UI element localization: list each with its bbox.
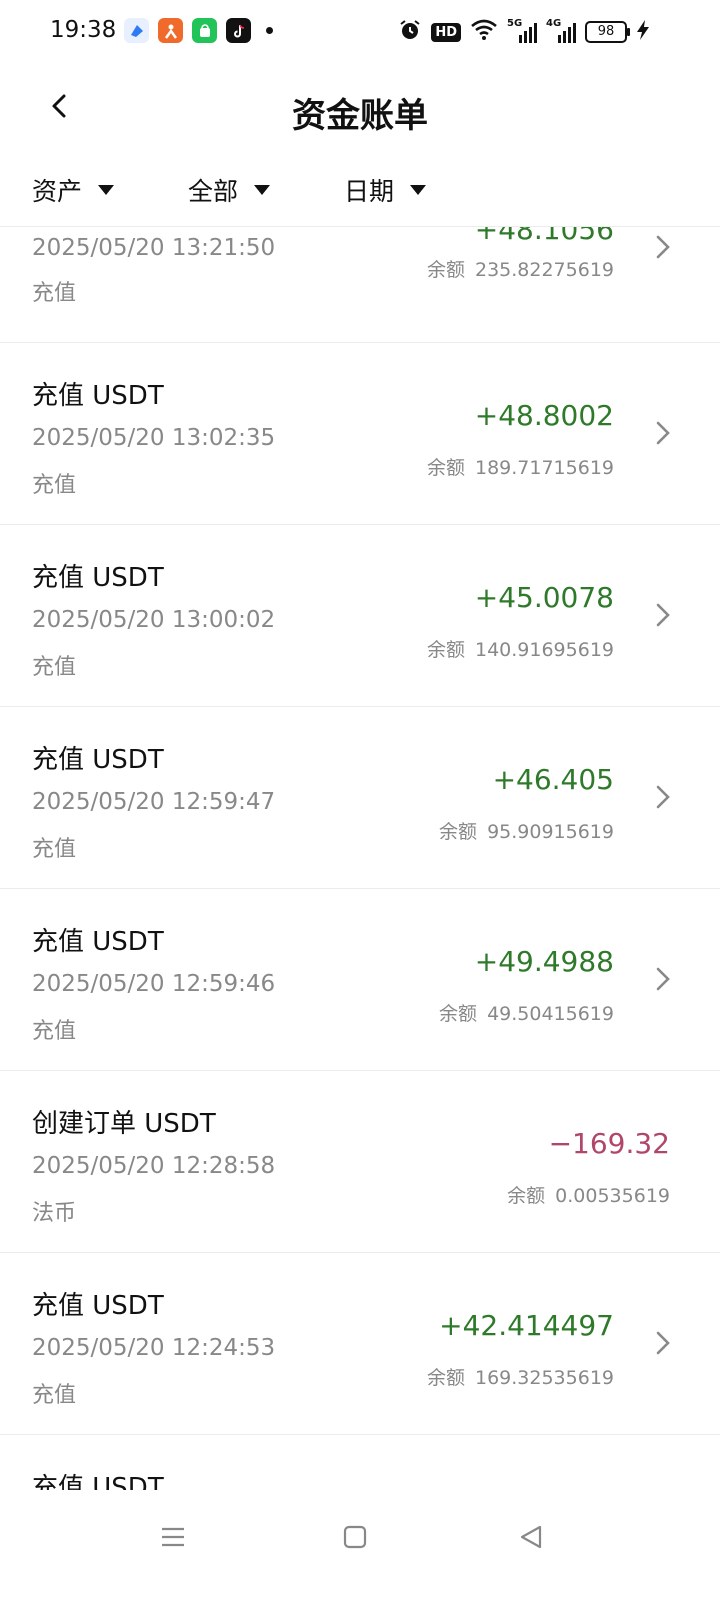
notification-icons	[124, 18, 273, 43]
record-title: 充值 USDT	[32, 927, 164, 957]
record-balance: 余额 189.71715619	[426, 457, 614, 479]
record-time: 2025/05/20 13:00:02	[32, 607, 276, 633]
record-type: 充值	[32, 1383, 77, 1408]
record-time: 2025/05/20 12:24:53	[32, 1335, 276, 1361]
record-time: 2025/05/20 13:21:50	[32, 235, 276, 261]
record-amount: +48.8002	[474, 399, 614, 432]
status-bar: 19:38 HD 5G 4G 98	[0, 0, 720, 64]
signal-4g-icon: 4G	[546, 18, 576, 43]
page-header: 资金账单	[0, 64, 720, 154]
record-amount: +46.405	[492, 763, 614, 796]
chevron-right-icon	[648, 777, 676, 817]
chevron-right-icon	[648, 1323, 676, 1363]
record-balance: 余额 49.50415619	[439, 1003, 614, 1025]
bill-record-row[interactable]: 充值 USDT 2025/05/20 12:59:46 充值 +49.4988 …	[0, 889, 720, 1071]
square-icon	[343, 1525, 367, 1549]
record-type: 法币	[32, 1201, 77, 1226]
hd-voice-badge: HD	[431, 22, 461, 42]
record-title: 充值 USDT	[32, 745, 164, 775]
wifi-icon	[470, 19, 498, 45]
record-title: 充值 USDT	[32, 563, 164, 593]
chevron-right-icon	[648, 595, 676, 635]
bill-record-row[interactable]: 充值 USDT 2025/05/20 13:00:02 充值 +45.0078 …	[0, 525, 720, 707]
bill-record-row[interactable]: 充值 USDT 2025/05/20 13:02:35 充值 +48.8002 …	[0, 343, 720, 525]
filter-bar: 资产 全部 日期	[0, 154, 720, 227]
record-time: 2025/05/20 13:02:35	[32, 425, 276, 451]
caret-down-icon	[98, 185, 115, 195]
filter-type-label: 全部	[188, 177, 239, 206]
menu-icon	[162, 1527, 184, 1547]
home-button[interactable]	[330, 1512, 380, 1562]
status-time: 19:38	[50, 17, 117, 43]
signal-5g-icon: 5G	[507, 18, 537, 43]
runner-app-icon	[158, 18, 183, 43]
caret-down-icon	[254, 185, 271, 195]
chevron-right-icon	[648, 959, 676, 999]
bill-record-row: 创建订单 USDT 2025/05/20 12:28:58 法币 −169.32…	[0, 1071, 720, 1253]
record-amount: +48.1056	[474, 227, 614, 246]
chevron-right-icon	[648, 413, 676, 453]
alarm-icon	[398, 18, 422, 46]
chevron-right-icon	[648, 227, 676, 267]
charging-icon	[636, 19, 650, 46]
recent-apps-button[interactable]	[148, 1512, 198, 1562]
record-balance: 余额 235.82275619	[426, 259, 614, 281]
record-time: 2025/05/20 12:59:46	[32, 971, 276, 997]
back-nav-button[interactable]	[506, 1512, 556, 1562]
system-navigation-bar	[0, 1490, 720, 1612]
bill-record-row[interactable]: 2025/05/20 13:21:50 充值 +48.1056 余额 235.82…	[0, 227, 720, 343]
bill-record-row[interactable]: 充值 USDT 2025/05/20 12:59:47 充值 +46.405 余…	[0, 707, 720, 889]
bill-record-row[interactable]: 充值 USDT 2025/05/20 12:24:53 充值 +42.41449…	[0, 1253, 720, 1435]
record-type: 充值	[32, 655, 77, 680]
battery-icon: 98	[585, 21, 630, 43]
record-balance: 余额 169.32535619	[426, 1367, 614, 1389]
bill-record-list: 2025/05/20 13:21:50 充值 +48.1056 余额 235.82…	[0, 227, 720, 1527]
tiktok-app-icon	[226, 18, 251, 43]
triangle-back-icon	[520, 1525, 542, 1549]
record-type: 充值	[32, 1019, 77, 1044]
record-title: 充值 USDT	[32, 1291, 164, 1321]
record-type: 充值	[32, 837, 77, 862]
record-amount: +49.4988	[474, 945, 614, 978]
record-time: 2025/05/20 12:59:47	[32, 789, 276, 815]
record-amount: +42.414497	[439, 1309, 614, 1342]
browser-app-icon	[124, 18, 149, 43]
system-status-icons: HD 5G 4G 98	[398, 18, 650, 46]
record-type: 充值	[32, 473, 77, 498]
filter-date-label: 日期	[344, 177, 395, 206]
record-amount: −169.32	[548, 1127, 670, 1160]
record-balance: 余额 140.91695619	[426, 639, 614, 661]
filter-date-dropdown[interactable]: 日期	[344, 172, 427, 208]
record-type: 充值	[32, 281, 77, 306]
record-title: 创建订单 USDT	[32, 1109, 216, 1139]
filter-asset-label: 资产	[32, 177, 83, 206]
filter-asset-dropdown[interactable]: 资产	[32, 172, 115, 208]
record-title: 充值 USDT	[32, 381, 164, 411]
record-balance: 余额 95.90915619	[439, 821, 614, 843]
record-amount: +45.0078	[474, 581, 614, 614]
caret-down-icon	[410, 185, 427, 195]
filter-type-dropdown[interactable]: 全部	[188, 172, 271, 208]
record-time: 2025/05/20 12:28:58	[32, 1153, 276, 1179]
shop-app-icon	[192, 18, 217, 43]
page-title: 资金账单	[292, 96, 428, 136]
more-notifications-dot	[266, 27, 273, 34]
record-balance: 余额 0.00535619	[507, 1185, 670, 1207]
